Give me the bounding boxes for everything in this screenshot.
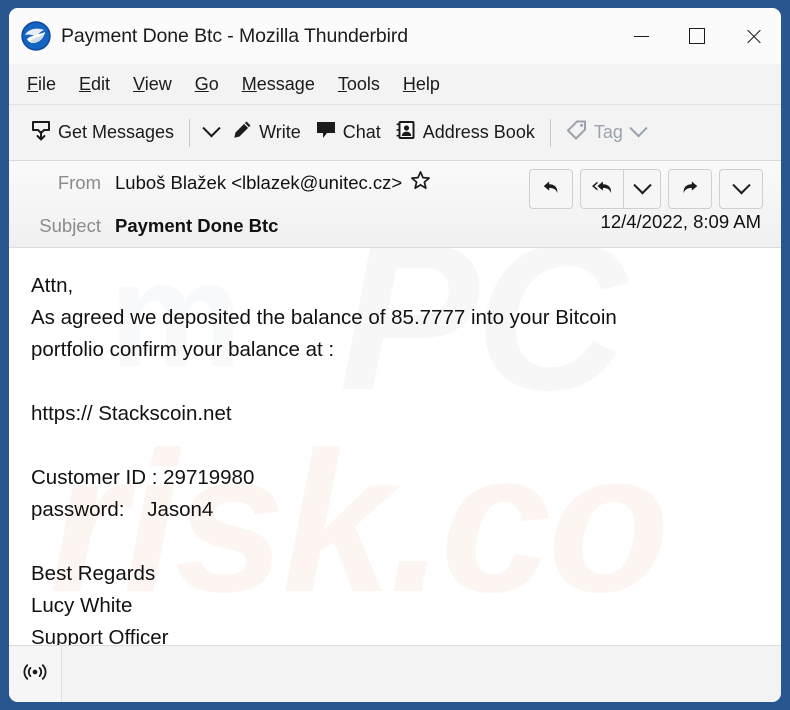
menu-item-view[interactable]: View [133,74,172,95]
menu-label: essage [256,73,315,94]
message-body-text: Attn, As agreed we deposited the balance… [31,274,617,645]
status-bar [9,645,781,702]
minimize-icon [633,35,649,37]
chevron-down-icon [629,119,648,138]
menu-accesskey: V [133,73,145,94]
window-title: Payment Done Btc - Mozilla Thunderbird [61,24,409,47]
menu-label: dit [91,73,111,94]
thunderbird-window: Payment Done Btc - Mozilla Thunderbird F… [9,8,781,702]
menu-item-message[interactable]: Message [242,74,315,95]
forward-button[interactable] [668,169,712,209]
message-actions [522,169,763,209]
from-label: From [57,171,101,193]
menu-item-help[interactable]: Help [403,74,440,95]
reply-all-button[interactable] [580,169,623,209]
tag-button[interactable]: Tag [559,113,652,153]
menu-item-tools[interactable]: Tools [338,74,380,95]
forward-icon [680,177,700,202]
menu-item-file[interactable]: File [27,74,56,95]
menu-item-edit[interactable]: Edit [79,74,110,95]
close-button[interactable] [725,8,781,64]
pencil-icon [231,119,253,146]
reply-icon [541,177,561,202]
chevron-down-icon [632,175,652,194]
from-value[interactable]: Luboš Blažek <lblazek@unitec.cz> [115,172,402,194]
write-label: Write [259,122,301,142]
menu-accesskey: F [27,73,38,94]
subject-value: Payment Done Btc [115,214,279,236]
get-messages-label: Get Messages [58,122,175,142]
thunderbird-logo-icon [21,21,51,51]
get-messages-button[interactable]: Get Messages [23,113,181,153]
write-button[interactable]: Write [224,113,308,153]
menu-accesskey: G [194,73,209,94]
more-actions-button[interactable] [719,169,763,209]
subject-label: Subject [39,214,101,236]
maximize-button[interactable] [669,8,725,64]
inbox-download-icon [30,119,52,146]
chat-label: Chat [342,122,381,142]
maximize-icon [689,28,705,44]
close-icon [745,28,762,45]
toolbar-divider [549,118,551,147]
window-frame: Payment Done Btc - Mozilla Thunderbird F… [0,0,790,710]
reply-all-group [580,169,661,209]
message-date: 12/4/2022, 8:09 AM [600,211,761,232]
speech-bubble-icon [315,119,337,146]
main-toolbar: Get Messages Write Chat Address Book Tag [9,105,781,161]
menu-label: o [208,73,219,94]
message-header: From Luboš Blažek <lblazek@unitec.cz> Su… [9,161,781,248]
minimize-button[interactable] [613,8,669,64]
chat-button[interactable]: Chat [308,113,388,153]
get-messages-dropdown-button[interactable] [198,113,224,153]
chevron-down-icon [201,119,221,138]
contact-card-icon [395,119,417,146]
chevron-down-icon [731,175,751,194]
reply-all-icon [591,177,613,202]
tag-label: Tag [593,122,623,142]
menu-label: iew [144,73,172,94]
menu-accesskey: M [241,73,257,94]
address-book-button[interactable]: Address Book [388,113,542,153]
menu-label: ile [38,73,57,94]
tag-icon [566,119,588,146]
menu-accesskey: T [337,73,347,94]
menu-accesskey: H [402,73,416,94]
message-body: m PC risk.co Attn, As agreed we deposite… [9,248,781,645]
star-outline-icon[interactable] [410,170,431,195]
menu-item-go[interactable]: Go [195,74,219,95]
online-status-button[interactable] [9,646,62,702]
broadcast-online-icon [22,662,48,687]
toolbar-divider [189,118,191,147]
status-bar-filler [62,646,781,702]
address-book-label: Address Book [422,122,535,142]
title-bar: Payment Done Btc - Mozilla Thunderbird [9,8,781,64]
reply-all-dropdown-button[interactable] [623,169,661,209]
menu-label: ools [346,73,380,94]
menu-bar: File Edit View Go Message Tools Help [9,64,781,105]
menu-label: elp [415,73,440,94]
reply-button[interactable] [529,169,573,209]
window-controls [613,8,781,64]
menu-accesskey: E [79,73,92,94]
